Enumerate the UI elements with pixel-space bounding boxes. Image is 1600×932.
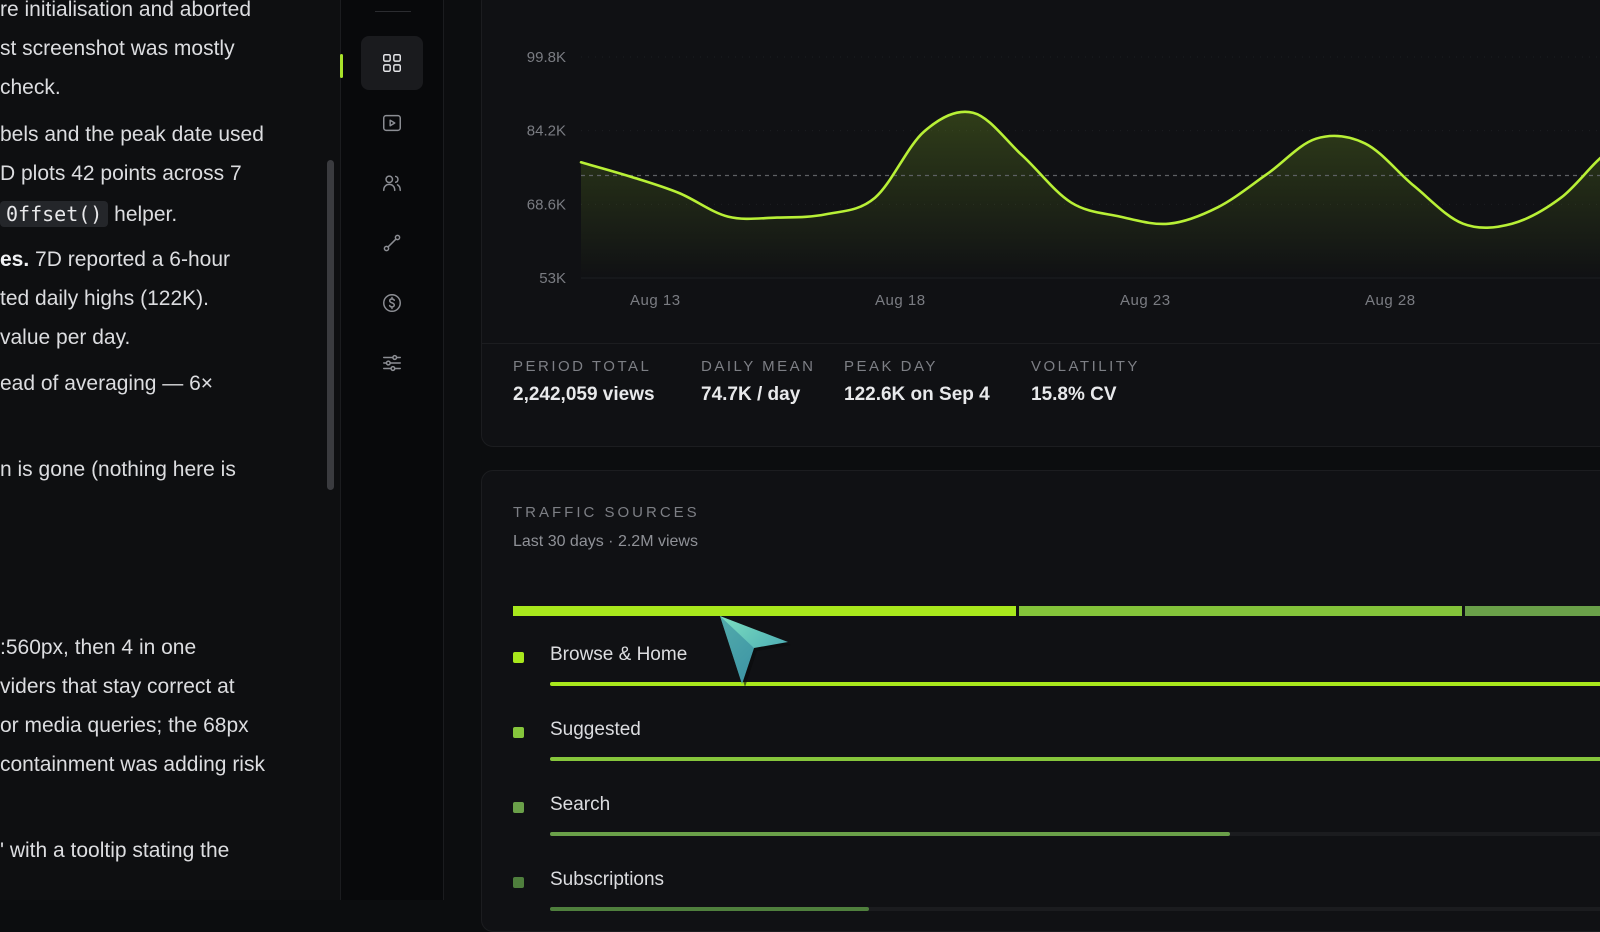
rail-button-video[interactable]	[361, 96, 423, 150]
stats-divider	[482, 343, 1600, 344]
y-tick-label: 53K	[539, 270, 566, 287]
source-label: Browse & Home	[550, 644, 687, 666]
route-icon	[381, 232, 403, 254]
source-bar-fill	[550, 907, 869, 911]
y-tick-label: 99.8K	[527, 49, 566, 66]
stat-label: VOLATILITY	[1031, 358, 1140, 375]
traffic-segment[interactable]	[1465, 606, 1600, 616]
text-line: st screenshot was mostly	[0, 35, 235, 63]
y-tick-label: 84.2K	[527, 123, 566, 140]
views-chart: 99.8K 84.2K 68.6K 53K Aug 13 Aug 18 Aug 23 Aug …	[482, 0, 1600, 331]
x-tick-label: Aug 13	[630, 292, 681, 309]
y-tick-label: 68.6K	[527, 196, 566, 213]
source-bar-track	[550, 907, 1600, 911]
dollar-icon	[381, 292, 403, 314]
x-tick-label: Aug 18	[875, 292, 926, 309]
text-line: ted daily highs (122K).	[0, 285, 209, 313]
source-label: Subscriptions	[550, 869, 664, 891]
active-indicator	[340, 54, 343, 78]
stat-peak-day: PEAK DAY 122.6K on Sep 4	[844, 358, 990, 406]
bold-text: es.	[0, 248, 29, 271]
main-content: 99.8K 84.2K 68.6K 53K Aug 13 Aug 18 Aug 23 Aug …	[444, 0, 1600, 900]
traffic-source-row[interactable]: Search	[513, 794, 1600, 854]
text-line: :560px, then 4 in one	[0, 634, 196, 662]
traffic-source-row[interactable]: Subscriptions	[513, 869, 1600, 929]
traffic-source-row[interactable]: Suggested	[513, 719, 1600, 779]
stat-period-total: PERIOD TOTAL 2,242,059 views	[513, 358, 655, 406]
stat-label: DAILY MEAN	[701, 358, 815, 375]
text-line: check.	[0, 74, 61, 102]
stat-label: PEAK DAY	[844, 358, 990, 375]
inline-code: 0ffset()	[0, 201, 108, 227]
text-line: ead of averaging — 6×	[0, 370, 213, 398]
stat-daily-mean: DAILY MEAN 74.7K / day	[701, 358, 815, 406]
stat-value: 74.7K / day	[701, 384, 815, 406]
series-line	[581, 112, 1600, 228]
stat-value: 122.6K on Sep 4	[844, 384, 990, 406]
views-chart-card: 99.8K 84.2K 68.6K 53K Aug 13 Aug 18 Aug 23 Aug …	[481, 0, 1600, 447]
source-bar-fill	[550, 832, 1230, 836]
text-line: 0ffset() helper.	[0, 200, 177, 229]
traffic-sources-card: TRAFFIC SOURCES Last 30 days · 2.2M view…	[481, 470, 1600, 932]
traffic-stacked-bar	[513, 606, 1600, 616]
icon-rail	[341, 0, 444, 900]
stat-value: 2,242,059 views	[513, 384, 655, 406]
area-fill	[581, 112, 1600, 278]
legend-swatch	[513, 652, 524, 663]
video-icon	[381, 112, 403, 134]
legend-swatch	[513, 877, 524, 888]
text-line: or media queries; the 68px	[0, 712, 249, 740]
text-line: re initialisation and aborted	[0, 0, 251, 24]
rail-button-users[interactable]	[361, 156, 423, 210]
source-bar-fill	[550, 757, 1600, 761]
stat-label: PERIOD TOTAL	[513, 358, 655, 375]
traffic-source-row[interactable]: Browse & Home	[513, 644, 1600, 704]
text-line: containment was adding risk	[0, 751, 265, 779]
users-icon	[381, 172, 403, 194]
traffic-title: TRAFFIC SOURCES	[513, 504, 700, 521]
cursor-pointer-icon	[716, 612, 806, 692]
stat-value: 15.8% CV	[1031, 384, 1140, 406]
x-tick-label: Aug 28	[1365, 292, 1416, 309]
text-line: n is gone (nothing here is	[0, 456, 236, 484]
text-span: helper.	[108, 203, 177, 226]
text-line: viders that stay correct at	[0, 673, 235, 701]
legend-swatch	[513, 727, 524, 738]
text-line: bels and the peak date used	[0, 121, 264, 149]
text-span: 7D reported a 6-hour	[29, 248, 230, 271]
rail-button-sliders[interactable]	[361, 336, 423, 390]
source-label: Search	[550, 794, 610, 816]
text-line: es. 7D reported a 6-hour	[0, 246, 230, 274]
source-bar-fill	[550, 682, 1600, 686]
traffic-subtitle: Last 30 days · 2.2M views	[513, 533, 698, 551]
rail-divider	[375, 11, 411, 12]
dashboard-icon	[381, 52, 403, 74]
text-line: value per day.	[0, 324, 130, 352]
rail-button-dollar[interactable]	[361, 276, 423, 330]
source-bar-track	[550, 682, 1600, 686]
source-bar-track	[550, 832, 1600, 836]
sliders-icon	[381, 352, 403, 374]
rail-button-route[interactable]	[361, 216, 423, 270]
rail-button-dashboard[interactable]	[361, 36, 423, 90]
source-bar-track	[550, 757, 1600, 761]
x-tick-label: Aug 23	[1120, 292, 1171, 309]
legend-swatch	[513, 802, 524, 813]
text-pane-scrollbar[interactable]	[327, 160, 334, 490]
text-line: D plots 42 points across 7	[0, 160, 242, 188]
traffic-segment[interactable]	[1019, 606, 1462, 616]
stat-volatility: VOLATILITY 15.8% CV	[1031, 358, 1140, 406]
source-label: Suggested	[550, 719, 641, 741]
text-line: ' with a tooltip stating the	[0, 837, 229, 865]
text-pane: re initialisation and aborted st screensh…	[0, 0, 341, 900]
